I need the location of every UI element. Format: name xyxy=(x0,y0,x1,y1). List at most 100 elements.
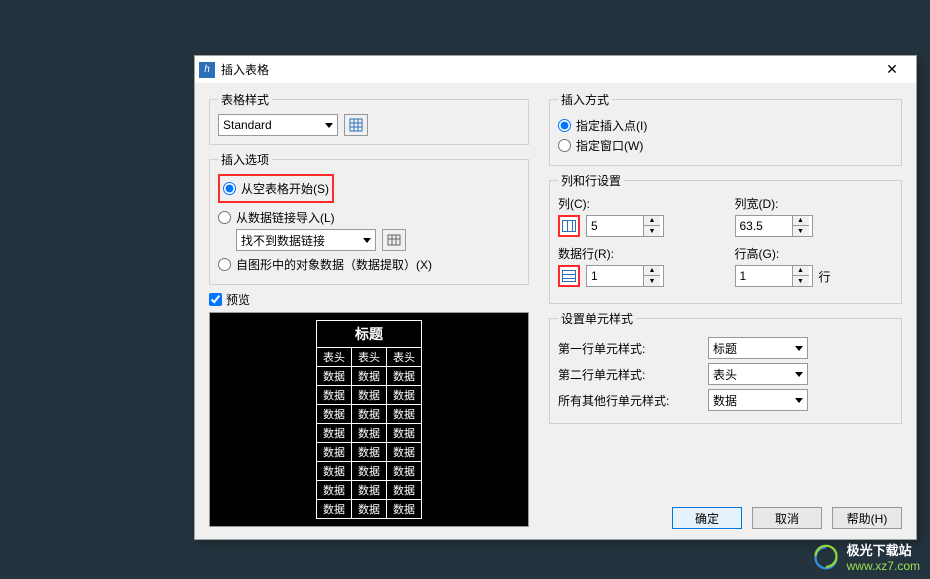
radio-start-empty[interactable]: 从空表格开始(S) xyxy=(223,180,329,197)
first-row-style-combobox[interactable]: 标题 xyxy=(708,337,808,359)
preview-data-cell: 数据 xyxy=(317,405,352,424)
titlebar: h 插入表格 ✕ xyxy=(195,56,916,83)
chevron-down-icon xyxy=(795,372,803,377)
ok-button[interactable]: 确定 xyxy=(672,507,742,529)
table-style-legend: 表格样式 xyxy=(218,91,272,108)
rowheight-spinner[interactable]: ▲▼ xyxy=(735,265,813,287)
chevron-down-icon xyxy=(795,346,803,351)
radio-from-extraction[interactable]: 自图形中的对象数据（数据提取）(X) xyxy=(218,256,520,273)
chevron-down-icon xyxy=(325,123,333,128)
colwidth-input[interactable] xyxy=(736,219,792,233)
preview-data-cell: 数据 xyxy=(387,500,422,519)
datalink-icon xyxy=(387,233,401,247)
radio-from-datalink-input[interactable] xyxy=(218,211,231,224)
colrow-legend: 列和行设置 xyxy=(558,172,624,189)
radio-from-datalink-label: 从数据链接导入(L) xyxy=(236,209,335,226)
second-row-style-label: 第二行单元样式: xyxy=(558,366,708,383)
radio-insert-window-input[interactable] xyxy=(558,139,571,152)
spin-up-icon[interactable]: ▲ xyxy=(793,216,809,226)
insert-table-dialog: h 插入表格 ✕ 表格样式 Standard 插入选项 xyxy=(194,55,917,540)
preview-data-cell: 数据 xyxy=(317,424,352,443)
insert-mode-group: 插入方式 指定插入点(I) 指定窗口(W) xyxy=(549,91,902,166)
radio-start-empty-input[interactable] xyxy=(223,182,236,195)
dialog-title: 插入表格 xyxy=(221,61,872,78)
radio-from-extraction-label: 自图形中的对象数据（数据提取）(X) xyxy=(236,256,432,273)
colrow-group: 列和行设置 列(C): ▲▼ 列宽(D): xyxy=(549,172,902,304)
help-button[interactable]: 帮助(H) xyxy=(832,507,902,529)
datarows-label: 数据行(R): xyxy=(558,245,717,262)
radio-from-extraction-input[interactable] xyxy=(218,258,231,271)
preview-data-cell: 数据 xyxy=(352,405,387,424)
grid-icon xyxy=(349,118,363,132)
datarows-input[interactable] xyxy=(587,269,643,283)
left-column: 表格样式 Standard 插入选项 从空表格开始(S) xyxy=(209,91,529,527)
datalink-browse-button[interactable] xyxy=(382,229,406,251)
other-row-style-label: 所有其他行单元样式: xyxy=(558,392,708,409)
button-bar: 确定 取消 帮助(H) xyxy=(672,507,902,529)
insert-options-legend: 插入选项 xyxy=(218,151,272,168)
close-icon[interactable]: ✕ xyxy=(872,56,912,83)
columns-icon xyxy=(558,215,580,237)
table-style-value: Standard xyxy=(223,118,272,132)
colwidth-label: 列宽(D): xyxy=(735,195,894,212)
columns-input[interactable] xyxy=(587,219,643,233)
other-row-style-value: 数据 xyxy=(713,392,737,409)
preview-header-cell: 表头 xyxy=(352,348,387,367)
radio-insert-point-input[interactable] xyxy=(558,119,571,132)
radio-insert-point[interactable]: 指定插入点(I) xyxy=(558,117,893,134)
preview-data-cell: 数据 xyxy=(352,367,387,386)
preview-data-cell: 数据 xyxy=(387,405,422,424)
preview-data-cell: 数据 xyxy=(387,386,422,405)
datarows-field: 数据行(R): ▲▼ xyxy=(558,245,717,287)
preview-table: 标题 表头 表头 表头 数据数据数据 数据数据数据 数据数据数据 数据数据数据 … xyxy=(316,320,422,519)
datalink-combobox[interactable]: 找不到数据链接 xyxy=(236,229,376,251)
cancel-button[interactable]: 取消 xyxy=(752,507,822,529)
spin-down-icon[interactable]: ▼ xyxy=(644,276,660,286)
colwidth-spinner[interactable]: ▲▼ xyxy=(735,215,813,237)
datarows-spinner[interactable]: ▲▼ xyxy=(586,265,664,287)
preview-data-cell: 数据 xyxy=(352,386,387,405)
spin-up-icon[interactable]: ▲ xyxy=(644,216,660,226)
preview-title-cell: 标题 xyxy=(317,321,422,348)
preview-data-cell: 数据 xyxy=(317,386,352,405)
spin-up-icon[interactable]: ▲ xyxy=(793,266,809,276)
columns-spinner[interactable]: ▲▼ xyxy=(586,215,664,237)
spin-down-icon[interactable]: ▼ xyxy=(644,226,660,236)
second-row-style-combobox[interactable]: 表头 xyxy=(708,363,808,385)
preview-header-cell: 表头 xyxy=(387,348,422,367)
cellstyle-group: 设置单元样式 第一行单元样式: 标题 第二行单元样式: 表头 xyxy=(549,310,902,424)
datalink-value: 找不到数据链接 xyxy=(241,232,325,249)
table-style-combobox[interactable]: Standard xyxy=(218,114,338,136)
preview-data-cell: 数据 xyxy=(352,424,387,443)
radio-insert-window[interactable]: 指定窗口(W) xyxy=(558,137,893,154)
radio-insert-point-label: 指定插入点(I) xyxy=(576,117,647,134)
second-row-style-value: 表头 xyxy=(713,366,737,383)
watermark-url: www.xz7.com xyxy=(847,559,920,573)
columns-field: 列(C): ▲▼ xyxy=(558,195,717,237)
rowheight-unit: 行 xyxy=(819,268,831,285)
chevron-down-icon xyxy=(795,398,803,403)
watermark-logo-icon xyxy=(811,544,841,570)
first-row-style-label: 第一行单元样式: xyxy=(558,340,708,357)
watermark-text: 极光下载站 xyxy=(847,540,920,559)
rowheight-input[interactable] xyxy=(736,269,792,283)
app-icon: h xyxy=(199,62,215,78)
spin-down-icon[interactable]: ▼ xyxy=(793,226,809,236)
dialog-body: 表格样式 Standard 插入选项 从空表格开始(S) xyxy=(195,83,916,535)
radio-from-datalink[interactable]: 从数据链接导入(L) xyxy=(218,209,520,226)
preview-data-cell: 数据 xyxy=(352,462,387,481)
other-row-style-combobox[interactable]: 数据 xyxy=(708,389,808,411)
preview-checkbox-input[interactable] xyxy=(209,293,222,306)
preview-data-cell: 数据 xyxy=(352,500,387,519)
insert-options-group: 插入选项 从空表格开始(S) 从数据链接导入(L) 找不到数据链接 xyxy=(209,151,529,285)
table-style-launch-button[interactable] xyxy=(344,114,368,136)
rowheight-label: 行高(G): xyxy=(735,245,894,262)
preview-checkbox[interactable]: 预览 xyxy=(209,291,529,308)
spin-up-icon[interactable]: ▲ xyxy=(644,266,660,276)
colwidth-field: 列宽(D): ▲▼ xyxy=(735,195,894,237)
spin-down-icon[interactable]: ▼ xyxy=(793,276,809,286)
chevron-down-icon xyxy=(363,238,371,243)
preview-data-cell: 数据 xyxy=(387,462,422,481)
rows-icon xyxy=(558,265,580,287)
preview-data-cell: 数据 xyxy=(352,481,387,500)
